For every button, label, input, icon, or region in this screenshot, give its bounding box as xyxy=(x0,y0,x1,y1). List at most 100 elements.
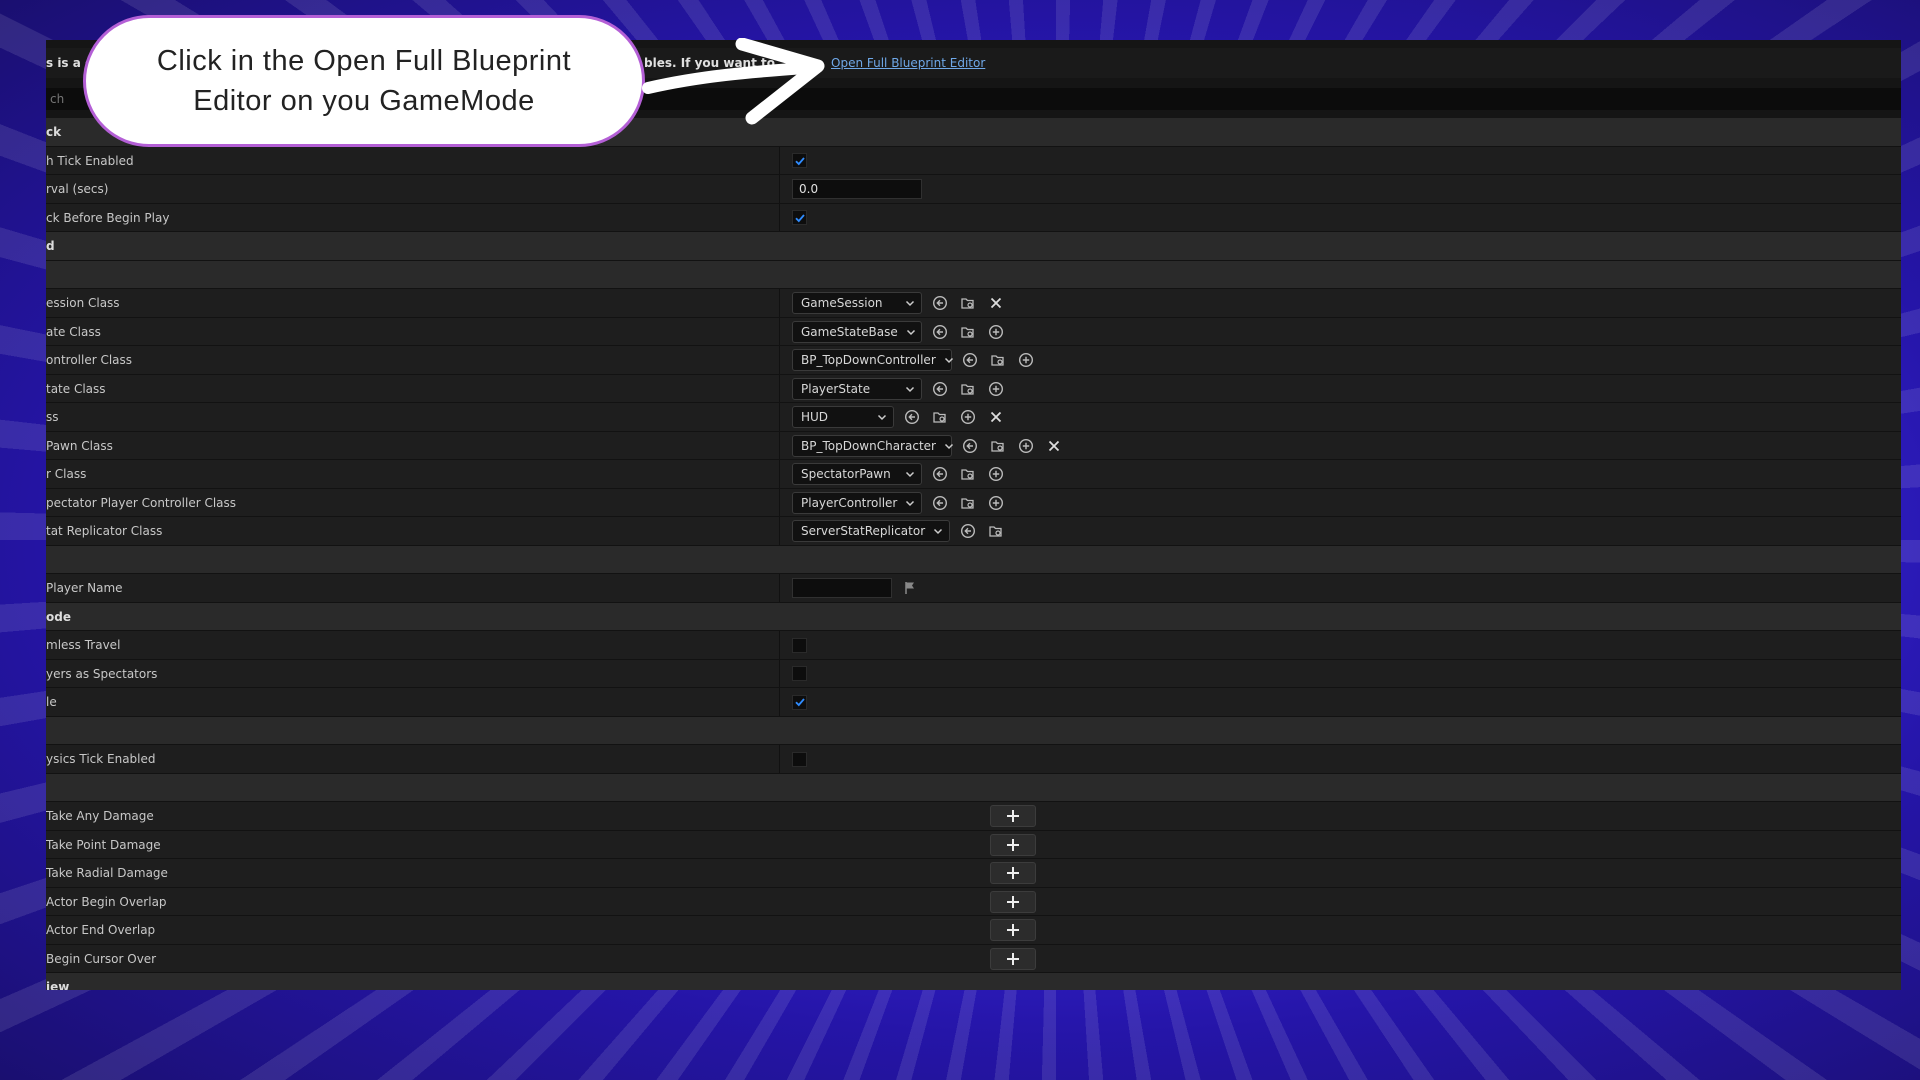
selected-class: HUD xyxy=(801,410,829,424)
checkbox[interactable] xyxy=(792,666,807,681)
column-splitter[interactable] xyxy=(779,175,780,203)
property-label: iew xyxy=(46,980,70,990)
checkbox[interactable] xyxy=(792,751,807,767)
column-splitter[interactable] xyxy=(779,517,780,545)
column-splitter[interactable] xyxy=(779,403,780,431)
use-selected-icon[interactable] xyxy=(930,322,950,342)
chevron-down-icon xyxy=(936,441,954,451)
column-splitter[interactable] xyxy=(779,460,780,488)
clear-icon[interactable] xyxy=(986,293,1006,313)
property-row: tat Replicator Class ServerStatReplicator xyxy=(46,517,1901,546)
add-new-icon[interactable] xyxy=(958,407,978,427)
property-row: mless Travel xyxy=(46,631,1901,660)
add-event-button[interactable] xyxy=(990,805,1036,827)
browse-asset-icon[interactable] xyxy=(988,436,1008,456)
add-event-button[interactable] xyxy=(990,919,1036,941)
selected-class: BP_TopDownController xyxy=(801,353,936,367)
column-splitter[interactable] xyxy=(779,488,780,516)
property-row: Actor End Overlap xyxy=(46,916,1901,945)
category-header[interactable]: ode xyxy=(46,602,1901,631)
chevron-down-icon xyxy=(897,298,915,308)
browse-asset-icon[interactable] xyxy=(958,293,978,313)
column-splitter[interactable] xyxy=(779,431,780,459)
column-splitter[interactable] xyxy=(779,631,780,659)
open-full-blueprint-editor-link[interactable]: Open Full Blueprint Editor xyxy=(831,48,985,78)
add-new-icon[interactable] xyxy=(1016,350,1036,370)
category-header[interactable] xyxy=(46,260,1901,289)
column-splitter[interactable] xyxy=(779,146,780,174)
property-label: ontroller Class xyxy=(46,353,133,367)
class-picker-dropdown[interactable]: BP_TopDownCharacter xyxy=(792,434,954,457)
category-header[interactable] xyxy=(46,545,1901,574)
clear-icon[interactable] xyxy=(986,407,1006,427)
browse-asset-icon[interactable] xyxy=(986,521,1006,541)
browse-asset-icon[interactable] xyxy=(958,322,978,342)
class-picker-dropdown[interactable]: GameStateBase xyxy=(792,320,922,343)
use-selected-icon[interactable] xyxy=(958,521,978,541)
checkbox[interactable] xyxy=(792,637,807,653)
column-splitter[interactable] xyxy=(779,203,780,231)
add-event-button[interactable] xyxy=(990,890,1036,913)
class-picker-dropdown[interactable]: GameSession xyxy=(792,292,922,314)
add-new-icon[interactable] xyxy=(986,379,1006,399)
property-value xyxy=(792,204,807,232)
number-field[interactable]: 0.0 xyxy=(792,179,922,199)
column-splitter[interactable] xyxy=(779,688,780,716)
class-picker-dropdown[interactable]: PlayerState xyxy=(792,377,922,400)
checkbox[interactable] xyxy=(792,694,807,710)
use-selected-icon[interactable] xyxy=(902,407,922,427)
use-selected-icon[interactable] xyxy=(930,464,950,484)
property-row: r Class SpectatorPawn xyxy=(46,460,1901,489)
property-value xyxy=(792,631,807,659)
property-row: rval (secs) 0.0 xyxy=(46,175,1901,204)
clear-icon[interactable] xyxy=(1044,436,1064,456)
category-header[interactable]: iew xyxy=(46,973,1901,990)
checkbox[interactable] xyxy=(792,210,807,225)
use-selected-icon[interactable] xyxy=(960,350,980,370)
column-splitter[interactable] xyxy=(779,574,780,602)
localization-flag-icon[interactable] xyxy=(900,578,920,598)
add-new-icon[interactable] xyxy=(986,322,1006,342)
column-splitter[interactable] xyxy=(779,374,780,402)
add-new-icon[interactable] xyxy=(1016,436,1036,456)
property-label: ss xyxy=(46,410,59,424)
column-splitter[interactable] xyxy=(779,289,780,317)
property-value: PlayerState xyxy=(792,375,1014,403)
class-picker-dropdown[interactable]: HUD xyxy=(792,406,894,428)
property-label: Take Radial Damage xyxy=(46,866,168,880)
chevron-down-icon xyxy=(898,327,916,337)
category-header[interactable]: d xyxy=(46,232,1901,261)
column-splitter[interactable] xyxy=(779,346,780,374)
add-new-icon[interactable] xyxy=(986,493,1006,513)
column-splitter[interactable] xyxy=(779,317,780,345)
property-list: ck h Tick Enabled rval (secs) 0.0 ck Before … xyxy=(46,118,1901,990)
class-picker-dropdown[interactable]: BP_TopDownController xyxy=(792,349,953,371)
use-selected-icon[interactable] xyxy=(960,436,980,456)
class-picker-dropdown[interactable]: PlayerController xyxy=(792,491,922,514)
browse-asset-icon[interactable] xyxy=(958,379,978,399)
add-event-button[interactable] xyxy=(990,833,1036,856)
use-selected-icon[interactable] xyxy=(930,493,950,513)
browse-asset-icon[interactable] xyxy=(930,407,950,427)
class-picker-dropdown[interactable]: ServerStatReplicator xyxy=(792,520,950,542)
property-label: d xyxy=(46,239,55,253)
add-event-button[interactable] xyxy=(990,862,1036,884)
text-field[interactable] xyxy=(792,578,892,598)
class-picker-dropdown[interactable]: SpectatorPawn xyxy=(792,463,922,485)
browse-asset-icon[interactable] xyxy=(958,464,978,484)
checkbox[interactable] xyxy=(792,153,807,168)
chevron-down-icon xyxy=(869,412,887,422)
column-splitter[interactable] xyxy=(779,659,780,687)
browse-asset-icon[interactable] xyxy=(958,493,978,513)
property-value: BP_TopDownCharacter xyxy=(792,432,1072,460)
property-label: Pawn Class xyxy=(46,438,113,453)
property-row: ontroller Class BP_TopDownController xyxy=(46,346,1901,375)
use-selected-icon[interactable] xyxy=(930,293,950,313)
use-selected-icon[interactable] xyxy=(930,379,950,399)
category-header[interactable] xyxy=(46,773,1901,802)
add-event-button[interactable] xyxy=(990,947,1036,970)
column-splitter[interactable] xyxy=(779,745,780,773)
category-header[interactable] xyxy=(46,716,1901,745)
add-new-icon[interactable] xyxy=(986,464,1006,484)
browse-asset-icon[interactable] xyxy=(988,350,1008,370)
